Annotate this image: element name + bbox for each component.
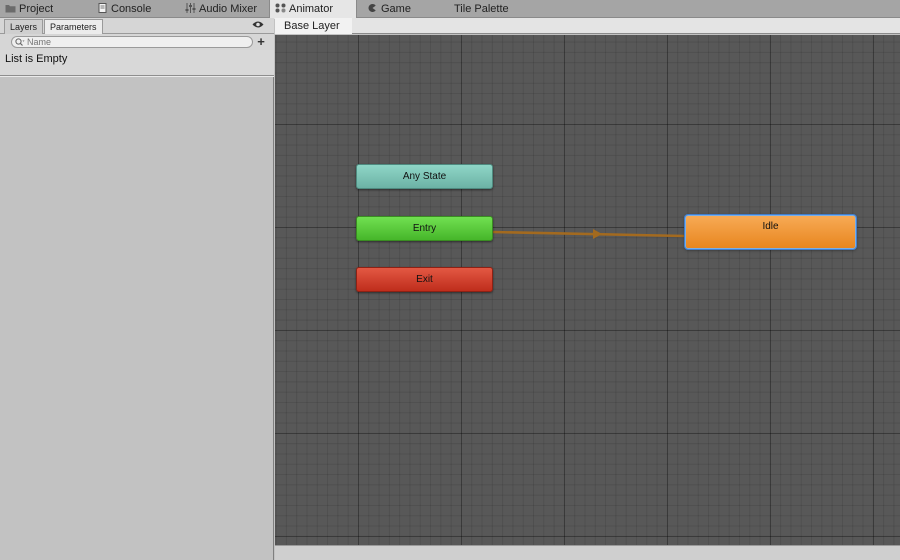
breadcrumb-arrow [345, 18, 352, 34]
tab-game[interactable]: Game [362, 0, 450, 18]
subtab-layers[interactable]: Layers [4, 19, 44, 34]
console-icon [98, 3, 107, 13]
add-parameter-button[interactable]: + [255, 34, 267, 49]
transition-arrow-icon [593, 229, 602, 239]
state-idle[interactable]: Idle [685, 215, 856, 249]
eye-icon[interactable] [252, 20, 264, 29]
breadcrumb: Base Layer [275, 18, 900, 34]
search-input[interactable] [11, 36, 253, 48]
panel-subtabs: Layers Parameters [0, 18, 274, 34]
tab-project[interactable]: Project [0, 0, 95, 18]
state-any-state[interactable]: Any State [356, 164, 493, 189]
animator-graph-canvas[interactable]: Any State Entry Exit Idle [275, 35, 900, 545]
game-icon [368, 4, 376, 12]
plus-icon: + [257, 34, 265, 49]
tab-audio-mixer[interactable]: Audio Mixer [180, 0, 270, 18]
tab-tile-palette[interactable]: Tile Palette [449, 0, 539, 18]
empty-list-message: List is Empty [5, 53, 68, 65]
breadcrumb-base-layer[interactable]: Base Layer [275, 18, 352, 34]
search-row: + [0, 34, 274, 50]
tab-animator[interactable]: Animator [269, 0, 357, 19]
tab-console[interactable]: Console [92, 0, 180, 18]
folder-icon [5, 5, 16, 13]
window-tab-bar: Project Console Audio Mixer Animator Gam… [0, 0, 900, 19]
animator-icon [275, 3, 286, 13]
status-bar [275, 545, 900, 560]
subtab-parameters[interactable]: Parameters [44, 19, 103, 34]
transition-entry-to-idle[interactable] [492, 230, 686, 238]
parameters-panel: Layers Parameters + List is Empty [0, 18, 274, 560]
state-exit[interactable]: Exit [356, 267, 493, 292]
mixer-icon [185, 3, 196, 13]
parameter-list: List is Empty [0, 50, 274, 76]
state-entry[interactable]: Entry [356, 216, 493, 241]
